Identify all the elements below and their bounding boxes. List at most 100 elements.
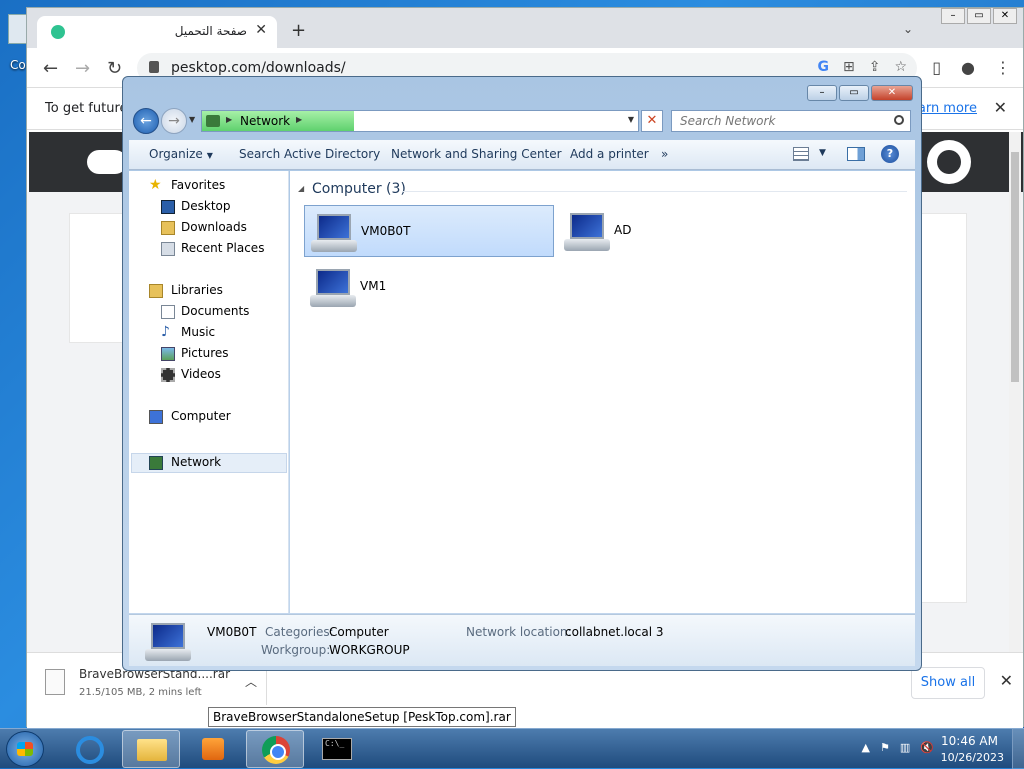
computer-name: VM1 xyxy=(360,279,387,293)
tab-close-icon[interactable]: ✕ xyxy=(255,22,267,38)
nav-downloads[interactable]: Downloads xyxy=(181,220,247,234)
theme-toggle[interactable] xyxy=(87,150,127,174)
url-text[interactable]: pesktop.com/downloads/ xyxy=(171,60,346,76)
nav-documents[interactable]: Documents xyxy=(181,304,249,318)
nav-desktop[interactable]: Desktop xyxy=(181,199,231,213)
explorer-address-bar[interactable]: ▶ Network ▶ ▼ xyxy=(201,110,639,132)
chevron-up-icon[interactable]: ︿ xyxy=(245,673,257,690)
infobar-close-icon[interactable]: ✕ xyxy=(994,98,1007,117)
search-input[interactable] xyxy=(672,111,882,131)
new-tab-button[interactable]: + xyxy=(291,20,306,41)
show-desktop-button[interactable] xyxy=(1012,729,1024,769)
taskbar-media-player[interactable] xyxy=(184,730,242,768)
computer-tile[interactable]: AD xyxy=(558,205,808,257)
network-icon xyxy=(206,115,220,127)
computer-tile[interactable]: VM0B0T xyxy=(304,205,554,257)
help-icon[interactable]: ? xyxy=(881,145,899,163)
download-bar-close-icon[interactable]: ✕ xyxy=(1000,671,1013,690)
nav-recent-places[interactable]: Recent Places xyxy=(181,241,264,255)
back-arrow-icon[interactable]: ← xyxy=(43,58,58,79)
bookmark-star-icon[interactable]: ☆ xyxy=(894,59,907,75)
search-ad-button[interactable]: Search Active Directory xyxy=(239,147,380,161)
menu-kebab-icon[interactable]: ⋮ xyxy=(995,58,1011,77)
file-icon xyxy=(45,669,65,695)
clock-time[interactable]: 10:46 AM xyxy=(941,734,998,748)
collapse-caret-icon[interactable]: ◢ xyxy=(298,184,304,193)
computer-name: AD xyxy=(614,223,632,237)
monitor-icon xyxy=(564,211,610,251)
nav-computer[interactable]: Computer xyxy=(171,409,231,423)
taskbar-ie[interactable] xyxy=(60,730,118,768)
network-icon xyxy=(149,456,163,470)
lock-icon[interactable] xyxy=(149,61,159,73)
reload-icon[interactable]: ↻ xyxy=(107,58,122,79)
minimize-button[interactable]: – xyxy=(807,85,837,101)
close-button[interactable]: ✕ xyxy=(993,8,1017,24)
group-header[interactable]: Computer (3) xyxy=(312,181,406,197)
views-icon[interactable] xyxy=(793,147,809,161)
preview-pane-icon[interactable] xyxy=(847,147,865,161)
computer-tile[interactable]: VM1 xyxy=(304,261,554,313)
download-tooltip: BraveBrowserStandaloneSetup [PeskTop.com… xyxy=(208,707,516,727)
site-logo-icon[interactable] xyxy=(927,140,971,184)
breadcrumb-arrow-icon[interactable]: ▶ xyxy=(226,115,232,124)
google-icon[interactable]: G xyxy=(817,59,829,75)
start-button[interactable] xyxy=(6,731,44,767)
workgroup-value: WORKGROUP xyxy=(329,643,410,657)
tab-search-chevron-icon[interactable]: ⌄ xyxy=(903,22,913,36)
taskbar-cmd[interactable]: C:\_ xyxy=(308,730,366,768)
more-commands-button[interactable]: » xyxy=(661,147,668,161)
nav-music[interactable]: Music xyxy=(181,325,215,339)
taskbar-chrome[interactable] xyxy=(246,730,304,768)
share-icon[interactable]: ⇪ xyxy=(869,59,881,75)
minimize-button[interactable]: – xyxy=(941,8,965,24)
nav-libraries[interactable]: Libraries xyxy=(171,283,223,297)
action-center-flag-icon[interactable]: ⚑ xyxy=(880,741,890,754)
desktop-icon xyxy=(161,200,175,214)
recent-pages-dropdown-icon[interactable]: ▼ xyxy=(189,115,195,124)
volume-muted-icon[interactable]: 🔇 xyxy=(920,741,934,754)
sidepanel-icon[interactable]: ▯ xyxy=(932,58,941,77)
show-hidden-icons-icon[interactable]: ▲ xyxy=(862,741,870,754)
breadcrumb-network[interactable]: Network xyxy=(240,114,290,128)
stop-icon[interactable]: ✕ xyxy=(641,110,663,132)
close-button[interactable]: ✕ xyxy=(871,85,913,101)
nav-pictures[interactable]: Pictures xyxy=(181,346,229,360)
group-divider xyxy=(402,191,907,192)
desktop-icon-label: Co xyxy=(10,58,26,72)
network-sharing-center-button[interactable]: Network and Sharing Center xyxy=(391,147,562,161)
nav-network[interactable]: Network xyxy=(171,455,221,469)
nav-videos[interactable]: Videos xyxy=(181,367,221,381)
page-scrollbar[interactable] xyxy=(1009,132,1021,652)
forward-arrow-icon[interactable]: → xyxy=(161,108,187,134)
show-all-button[interactable]: Show all xyxy=(911,667,985,699)
nav-favorites[interactable]: Favorites xyxy=(171,178,225,192)
profile-avatar-icon[interactable]: ● xyxy=(961,58,975,77)
chrome-tab[interactable]: صفحة التحميل ✕ xyxy=(37,16,277,48)
maximize-button[interactable]: ▭ xyxy=(967,8,991,24)
back-arrow-icon[interactable]: ← xyxy=(133,108,159,134)
download-status: 21.5/105 MB, 2 mins left xyxy=(79,687,202,698)
scrollbar-thumb[interactable] xyxy=(1011,152,1019,382)
forward-arrow-icon[interactable]: → xyxy=(75,58,90,79)
address-dropdown-icon[interactable]: ▼ xyxy=(628,115,634,124)
media-player-icon xyxy=(202,738,224,760)
search-box[interactable] xyxy=(671,110,911,132)
details-pane: VM0B0T Categories: Computer Workgroup: W… xyxy=(129,614,915,666)
clock-date[interactable]: 10/26/2023 xyxy=(941,751,1004,764)
downloads-folder-icon xyxy=(161,221,175,235)
command-prompt-icon: C:\_ xyxy=(322,738,352,760)
taskbar-explorer[interactable] xyxy=(122,730,180,768)
internet-explorer-icon xyxy=(76,736,104,764)
categories-label: Categories: xyxy=(265,625,334,639)
add-printer-button[interactable]: Add a printer xyxy=(570,147,649,161)
breadcrumb-arrow-icon[interactable]: ▶ xyxy=(296,115,302,124)
chevron-down-icon[interactable]: ▼ xyxy=(819,148,826,158)
organize-button[interactable]: Organize ▼ xyxy=(149,147,213,161)
search-icon[interactable] xyxy=(894,115,904,125)
network-tray-icon[interactable]: ▥ xyxy=(900,741,910,754)
recent-places-icon xyxy=(161,242,175,256)
maximize-button[interactable]: ▭ xyxy=(839,85,869,101)
infobar-text: To get future xyxy=(45,101,128,116)
translate-icon[interactable]: ⊞ xyxy=(843,59,855,75)
